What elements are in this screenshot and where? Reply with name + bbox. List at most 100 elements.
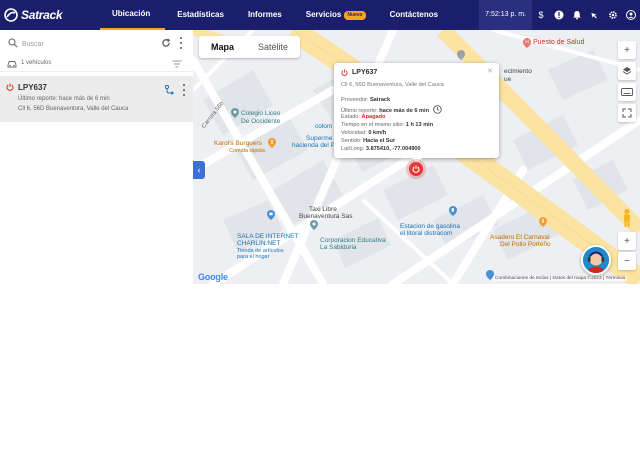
gas-station-pin-icon[interactable] — [449, 206, 457, 216]
nav-ubicacion[interactable]: Ubicación — [100, 0, 166, 30]
popup-provider: Proveedor: Satrack — [341, 97, 391, 103]
map-label-gas-1[interactable]: Estacion de gasolina — [400, 223, 460, 230]
keyboard-icon[interactable] — [618, 83, 636, 101]
map-label-taxi-2[interactable]: Buenaventura Sas — [299, 213, 352, 220]
user-icon[interactable] — [622, 0, 640, 30]
restaurant-pin-icon[interactable] — [268, 138, 276, 148]
vehicle-list-item[interactable]: LPY637 Último reporte: hace más de 6 min… — [0, 76, 193, 122]
search-row — [0, 35, 193, 53]
restaurant-pin-icon-2[interactable] — [539, 217, 547, 227]
school-pin-icon-2[interactable] — [310, 220, 318, 230]
top-right-tools: 7:52:13 p. m. $ — [479, 0, 640, 30]
vehicle-count: 1 vehículos — [21, 60, 52, 66]
map-label-colegio-2[interactable]: De Occidente — [241, 118, 280, 125]
map-label-ecimiento: ecimiento — [504, 68, 532, 75]
cursor-icon[interactable] — [586, 0, 604, 30]
close-icon[interactable]: ✕ — [487, 67, 493, 75]
top-navigation-bar: Satrack Ubicación Estadísticas Informes … — [0, 0, 640, 30]
satrack-logo[interactable]: Satrack — [4, 7, 68, 23]
search-input[interactable] — [22, 37, 152, 51]
collapse-sidebar-button[interactable]: ‹ — [193, 161, 205, 179]
street-view-pegman-icon[interactable] — [620, 208, 634, 228]
layers-icon[interactable] — [618, 62, 636, 80]
zoom-in-top-button[interactable]: + — [618, 41, 636, 59]
fullscreen-icon[interactable] — [618, 104, 636, 122]
brand-name: Satrack — [21, 8, 63, 22]
refresh-icon[interactable] — [161, 38, 171, 48]
svg-text:H: H — [525, 40, 529, 46]
vehicle-plate: LPY637 — [18, 83, 47, 92]
map-label-super-1[interactable]: Superme — [306, 135, 332, 142]
nav-informes[interactable]: Informes — [236, 0, 294, 30]
alert-icon[interactable] — [550, 0, 568, 30]
nav-ubicacion-label: Ubicación — [112, 9, 151, 18]
vehicle-info-popup: LPY637 ✕ Cll 6, 56D Buenaventura, Valle … — [334, 63, 499, 163]
map-label-asadero-1[interactable]: Asadero El Carnaval — [490, 234, 550, 241]
map-label-super-3[interactable]: hacienda del P — [292, 142, 335, 149]
zoom-out-button[interactable]: − — [618, 252, 636, 270]
nav-servicios[interactable]: Servicios Nuevo — [294, 0, 378, 30]
support-avatar[interactable] — [581, 245, 611, 275]
sidebar-menu-icon[interactable] — [179, 37, 183, 49]
popup-state: Estado: Apagado — [341, 114, 386, 120]
power-status-icon-popup — [341, 69, 348, 76]
map-label-corp-1[interactable]: Corporacion Educativa — [320, 237, 386, 244]
new-badge: Nuevo — [344, 10, 366, 20]
nav-estadisticas-label: Estadísticas — [177, 10, 224, 19]
clock: 7:52:13 p. m. — [479, 0, 532, 30]
popup-speed: Velocidad: 0 km/h — [341, 130, 387, 136]
filter-icon[interactable] — [172, 60, 182, 68]
vehicle-menu-icon[interactable] — [182, 84, 186, 96]
school-pin-icon[interactable] — [231, 108, 239, 118]
dollar-icon[interactable]: $ — [532, 0, 550, 30]
clock-icon — [432, 105, 442, 114]
map-label-taxi-1[interactable]: Taxi Libre — [309, 206, 337, 213]
map-label-sala-4: para el hogar — [237, 254, 270, 260]
map-label-puesto-salud[interactable]: Puesto de Salud — [533, 39, 584, 46]
power-marker-icon — [412, 165, 420, 173]
google-logo: Google — [198, 272, 228, 282]
search-icon — [8, 38, 18, 48]
nav-estadisticas[interactable]: Estadísticas — [165, 0, 236, 30]
power-status-icon — [6, 83, 14, 91]
map-label-colegio-1[interactable]: Colegio Liceo — [241, 110, 280, 117]
tab-satelite[interactable]: Satélite — [246, 36, 300, 58]
map-label-karols[interactable]: Karol's Burguers — [214, 140, 262, 147]
nav-servicios-label: Servicios — [305, 10, 342, 19]
vehicle-marker-dot — [409, 162, 423, 176]
vehicle-address: Cll 6, 56D Buenaventura, Valle del Cauca — [18, 106, 129, 112]
map-label-sala-2[interactable]: CHARLIN.NET — [237, 240, 280, 247]
nav-contactenos-label: Contáctenos — [389, 10, 439, 19]
map-view[interactable]: Puesto de Salud H ecimiento ue Colegio L… — [193, 30, 640, 284]
zoom-in-button[interactable]: + — [618, 232, 636, 250]
map-label-corp-2[interactable]: La Sabiduria — [320, 244, 357, 251]
map-attribution[interactable]: Combinaciones de teclas | Datos del mapa… — [493, 276, 628, 281]
map-label-comida: Comida rápida — [229, 148, 265, 154]
shop-pin-icon[interactable] — [267, 210, 275, 220]
google-logo-text: Google — [198, 272, 228, 282]
map-label-sala-1[interactable]: SALA DE INTERNET — [237, 233, 298, 240]
map-label-asadero-2[interactable]: Del Pollo Porteño — [500, 241, 551, 248]
tab-mapa[interactable]: Mapa — [199, 36, 246, 58]
car-icon — [7, 61, 17, 68]
map-type-tabs: Mapa Satélite — [199, 36, 301, 58]
support-agent-icon — [583, 247, 609, 273]
hospital-pin-icon[interactable]: H — [523, 38, 531, 48]
map-label-super-2[interactable]: colom — [315, 123, 332, 130]
popup-last-report: Último reporte: hace más de 6 min — [341, 105, 442, 114]
route-icon[interactable] — [164, 84, 176, 96]
place-pin-icon[interactable] — [457, 50, 465, 60]
vehicle-last-report: Último reporte: hace más de 6 min — [18, 96, 110, 102]
map-label-gas-2[interactable]: el litoral distracom — [400, 230, 452, 237]
popup-time-same-place: Tiempo en el mismo sitio: 1 h 13 min — [341, 122, 434, 128]
vehicle-count-row: 1 vehículos — [0, 56, 193, 72]
vehicle-marker[interactable] — [406, 159, 426, 179]
bell-icon[interactable] — [568, 0, 586, 30]
nav-contactenos[interactable]: Contáctenos — [378, 0, 450, 30]
settings-icon[interactable] — [604, 0, 622, 30]
map-label-ue: ue — [504, 76, 512, 83]
nav-informes-label: Informes — [247, 10, 282, 19]
vehicle-sidebar: 1 vehículos LPY637 Último reporte: hace … — [0, 30, 193, 284]
popup-latlong: Lat/Long: 3.875410, -77.004900 — [341, 146, 421, 152]
main-nav: Ubicación Estadísticas Informes Servicio… — [100, 0, 450, 30]
